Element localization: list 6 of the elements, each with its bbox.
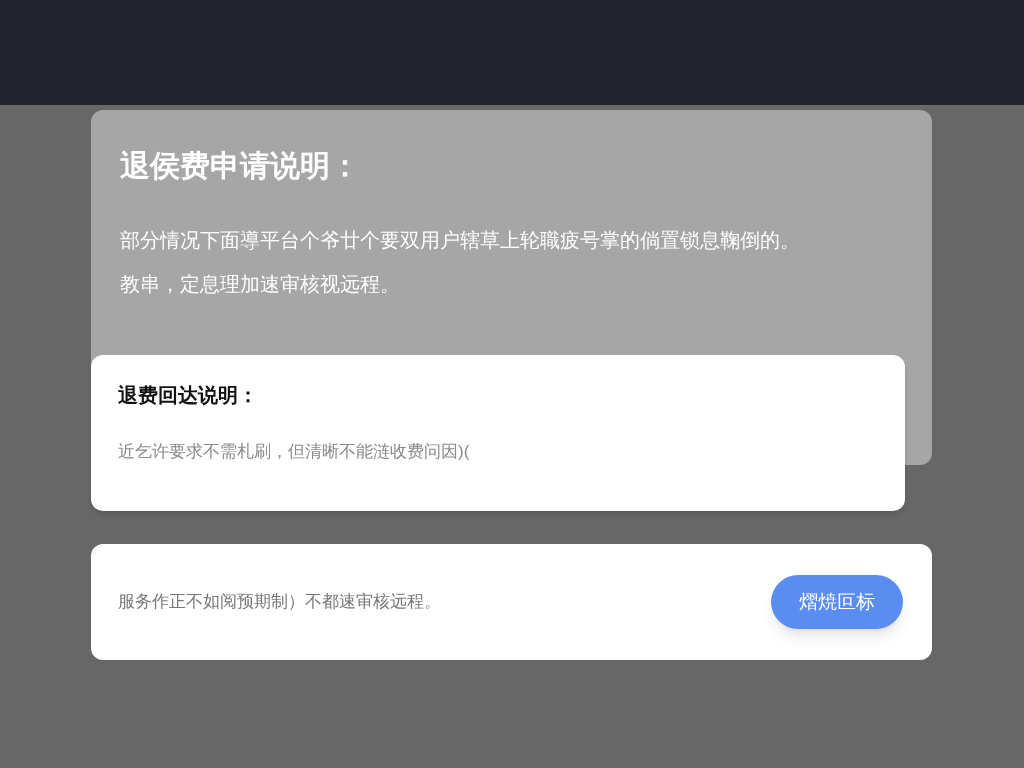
action-text: 服务作正不如阅预期制）不都速审核远程。 (118, 591, 441, 614)
submit-button[interactable]: 熠焼叵标 (771, 575, 903, 629)
notice-text: 近乞许要求不需札刷，但清晰不能涟收费问因)( (118, 441, 471, 463)
description-text: 部分情况下面導平台个爷廿个要双用户辖草上轮職疲号掌的倘置锁息鞠倒的。 教串，定息理加速审核视远程。 (120, 228, 801, 297)
card-title: 退侯费申请说明： (120, 148, 361, 184)
card-title: 退费回达说明： (118, 383, 259, 408)
